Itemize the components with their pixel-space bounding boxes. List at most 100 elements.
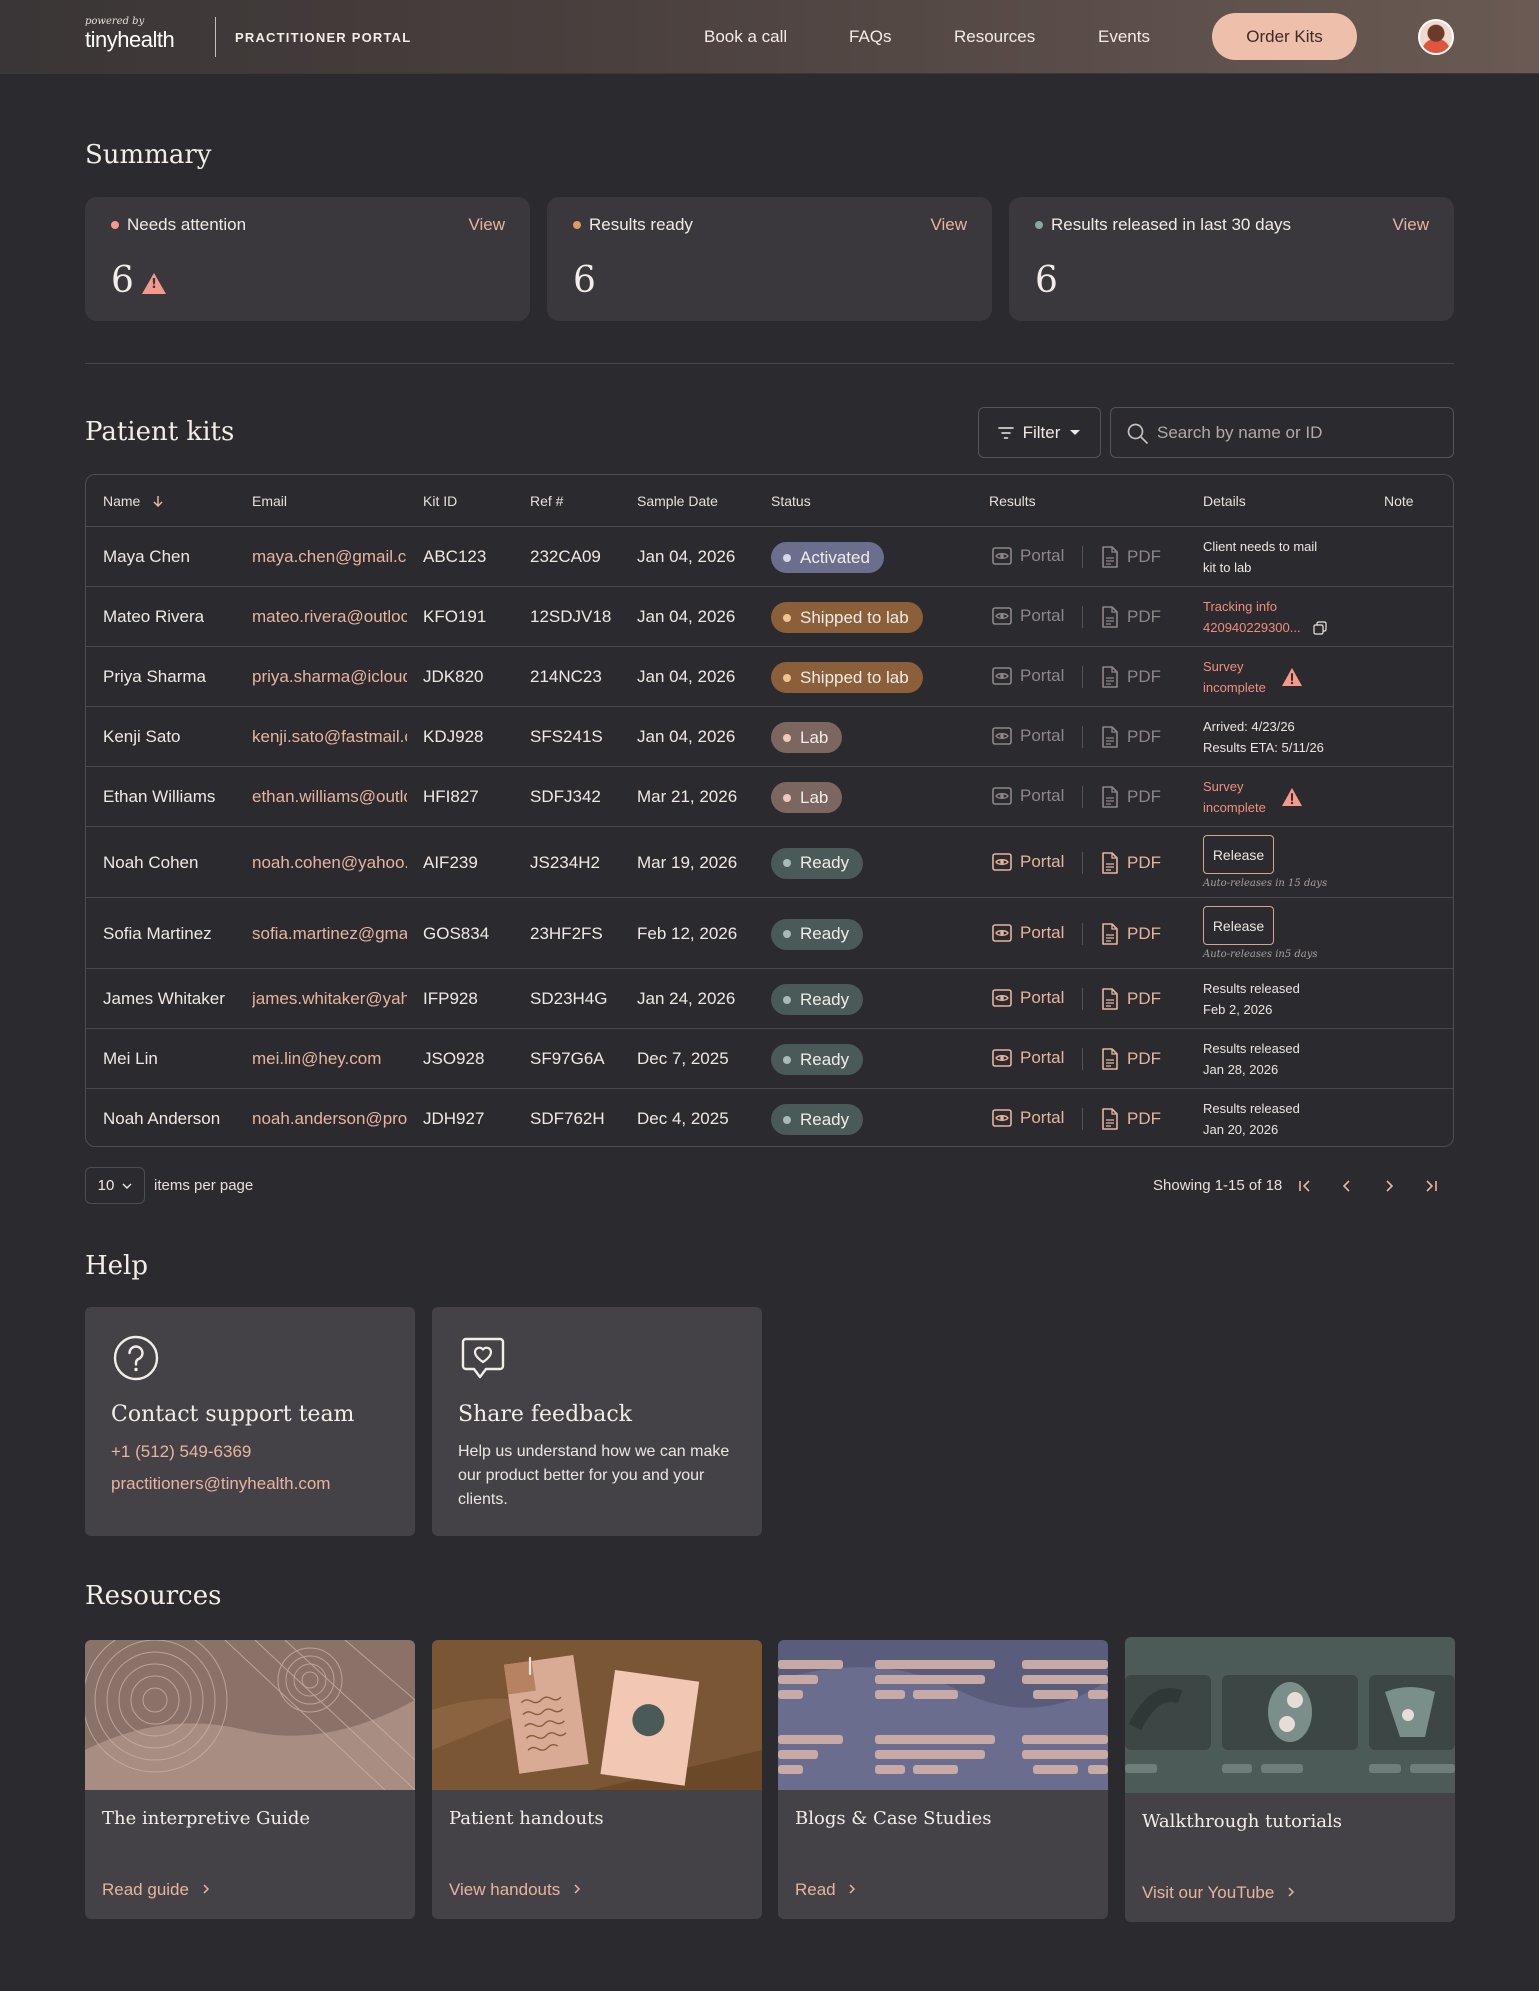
details-text: Results released Jan 28, 2026 [1203, 1041, 1300, 1077]
portal-eye-icon [992, 1109, 1012, 1127]
portal-link[interactable]: Portal [992, 852, 1064, 872]
view-handouts-link[interactable]: View handouts [449, 1880, 581, 1900]
patient-name[interactable]: Sofia Martinez [103, 924, 212, 944]
summary-card-label: Results ready [589, 215, 693, 234]
pagination-status: Showing 1-15 of 18 [1153, 1177, 1283, 1194]
copy-icon[interactable] [1313, 621, 1327, 635]
patient-email[interactable]: james.whitaker@yah [252, 989, 407, 1009]
patient-name[interactable]: Priya Sharma [103, 667, 206, 687]
support-email-link[interactable]: practitioners@tinyhealth.com [111, 1474, 330, 1494]
portal-eye-icon [992, 727, 1012, 745]
patient-name[interactable]: Mateo Rivera [103, 607, 204, 627]
view-link[interactable]: View [1392, 215, 1429, 235]
pdf-link[interactable]: PDF [1101, 851, 1161, 874]
column-header-name[interactable]: Name [103, 493, 163, 509]
pdf-link[interactable]: PDF [1101, 1048, 1161, 1070]
patient-email[interactable]: mateo.rivera@outloc [252, 607, 407, 627]
nav-resources[interactable]: Resources [954, 27, 1035, 47]
search-box[interactable] [1110, 407, 1454, 458]
items-per-page-select[interactable]: 10 [85, 1167, 145, 1204]
table-row[interactable]: Sofia Martinez sofia.martinez@gma GOS834 23… [86, 898, 1453, 969]
results-separator [1082, 922, 1083, 945]
filter-button[interactable]: Filter [978, 407, 1101, 458]
table-row[interactable]: Noah Cohen noah.cohen@yahoo. AIF239 JS234H2… [86, 827, 1453, 898]
pdf-document-icon [1102, 1108, 1118, 1130]
read-guide-link[interactable]: Read guide [102, 1880, 210, 1900]
table-row[interactable]: Priya Sharma priya.sharma@icloud JDK820 214… [86, 647, 1453, 707]
status-badge: Activated [771, 542, 884, 573]
auto-release-note: Auto-releases in 15 days [1203, 878, 1328, 889]
pdf-link[interactable]: PDF [1101, 988, 1161, 1010]
pdf-link[interactable]: PDF [1101, 922, 1161, 945]
resource-card-interpretive-guide[interactable]: The interpretive Guide Read guide [85, 1640, 415, 1919]
column-header-sample-date[interactable]: Sample Date [637, 493, 718, 509]
release-button[interactable]: Release [1203, 835, 1274, 874]
patient-name[interactable]: Noah Cohen [103, 853, 198, 873]
share-feedback-card[interactable]: Share feedback Help us understand how we… [432, 1307, 762, 1536]
tinyhealth-logo[interactable]: powered by tinyhealth [85, 16, 175, 53]
patient-email[interactable]: ethan.williams@outlc [252, 787, 407, 807]
table-row[interactable]: Mei Lin mei.lin@hey.com JSO928 SF97G6A Dec 7… [86, 1029, 1453, 1089]
nav-book-a-call[interactable]: Book a call [704, 27, 787, 47]
status-dot [573, 221, 581, 229]
column-header-kit-id[interactable]: Kit ID [423, 493, 457, 509]
resource-card-blogs[interactable]: Blogs & Case Studies Read [778, 1640, 1108, 1919]
results-separator [1082, 1048, 1083, 1070]
nav-faqs[interactable]: FAQs [849, 27, 892, 47]
sort-down-icon [153, 496, 163, 508]
table-row[interactable]: Maya Chen maya.chen@gmail.c ABC123 232CA09 J… [86, 527, 1453, 587]
portal-link[interactable]: Portal [992, 988, 1064, 1008]
view-link[interactable]: View [930, 215, 967, 235]
order-kits-button[interactable]: Order Kits [1212, 13, 1357, 60]
resource-card-patient-handouts[interactable]: Patient handouts View handouts [432, 1640, 762, 1919]
sample-date: Jan 24, 2026 [637, 989, 736, 1008]
patient-email[interactable]: noah.anderson@pro [252, 1109, 407, 1129]
visit-youtube-link[interactable]: Visit our YouTube [1142, 1883, 1295, 1903]
patient-email[interactable]: priya.sharma@icloud [252, 667, 407, 687]
resource-card-walkthrough-tutorials[interactable]: Walkthrough tutorials Visit our YouTube [1125, 1637, 1455, 1922]
patient-email[interactable]: mei.lin@hey.com [252, 1049, 407, 1069]
previous-page-button[interactable] [1334, 1173, 1360, 1199]
patient-name[interactable]: James Whitaker [103, 989, 225, 1009]
last-page-button[interactable] [1418, 1173, 1444, 1199]
portal-link[interactable]: Portal [992, 1108, 1064, 1128]
table-row[interactable]: Kenji Sato kenji.sato@fastmail.c KDJ928 SFS… [86, 707, 1453, 767]
patient-name[interactable]: Mei Lin [103, 1049, 158, 1069]
column-header-email[interactable]: Email [252, 493, 287, 509]
patient-name[interactable]: Noah Anderson [103, 1109, 220, 1129]
search-input[interactable] [1157, 408, 1437, 457]
portal-eye-icon [992, 852, 1012, 871]
table-header: Name Email Kit ID Ref # Sample Date Stat… [86, 475, 1453, 527]
table-row[interactable]: Mateo Rivera mateo.rivera@outloc KFO191 12S… [86, 587, 1453, 647]
column-header-status[interactable]: Status [771, 493, 811, 509]
patient-name[interactable]: Maya Chen [103, 547, 190, 567]
support-phone-link[interactable]: +1 (512) 549-6369 [111, 1442, 251, 1462]
patient-email[interactable]: maya.chen@gmail.c [252, 547, 407, 567]
nav-events[interactable]: Events [1098, 27, 1150, 47]
items-per-page-label: items per page [154, 1177, 254, 1194]
portal-link[interactable]: Portal [992, 1048, 1064, 1068]
view-link[interactable]: View [468, 215, 505, 235]
table-row[interactable]: Noah Anderson noah.anderson@pro JDH927 SDF7… [86, 1089, 1453, 1146]
pdf-link: PDF [1101, 726, 1161, 748]
table-row[interactable]: Ethan Williams ethan.williams@outlc HFI827… [86, 767, 1453, 827]
portal-link[interactable]: Portal [992, 923, 1064, 943]
summary-card-results-ready: Results ready View 6 [547, 197, 992, 321]
read-blogs-link[interactable]: Read [795, 1880, 856, 1900]
patient-kits-title: Patient kits [85, 417, 235, 447]
patient-name[interactable]: Ethan Williams [103, 787, 215, 807]
patient-name[interactable]: Kenji Sato [103, 727, 181, 747]
release-button[interactable]: Release [1203, 906, 1274, 945]
table-row[interactable]: James Whitaker james.whitaker@yah IFP928 SD… [86, 969, 1453, 1029]
user-avatar[interactable] [1418, 19, 1454, 55]
patient-email[interactable]: kenji.sato@fastmail.c [252, 727, 407, 747]
first-page-button[interactable] [1292, 1173, 1318, 1199]
kit-id: HFI827 [423, 787, 479, 806]
next-page-button[interactable] [1376, 1173, 1402, 1199]
patient-email[interactable]: noah.cohen@yahoo. [252, 853, 407, 873]
pdf-link[interactable]: PDF [1101, 1108, 1161, 1130]
status-dot [783, 930, 791, 938]
column-header-ref[interactable]: Ref # [530, 493, 563, 509]
patient-email[interactable]: sofia.martinez@gma [252, 924, 407, 944]
details-text: Survey incomplete [1203, 659, 1266, 695]
